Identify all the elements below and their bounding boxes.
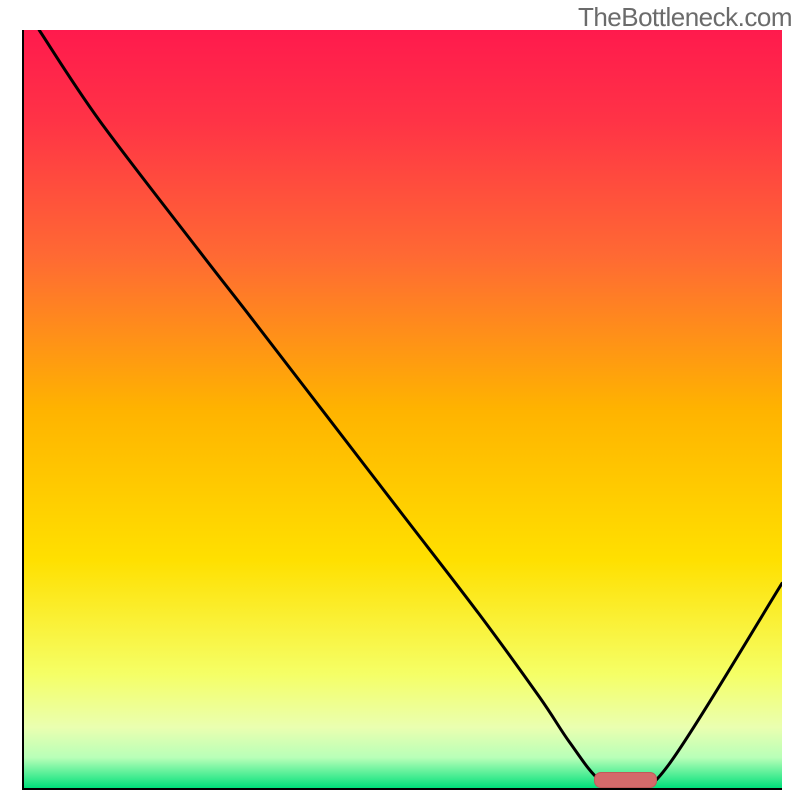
plot-area	[22, 30, 782, 790]
optimal-range-marker	[594, 772, 657, 788]
bottleneck-curve	[24, 30, 782, 788]
chart-frame: TheBottleneck.com	[0, 0, 800, 800]
watermark-text: TheBottleneck.com	[578, 2, 792, 33]
